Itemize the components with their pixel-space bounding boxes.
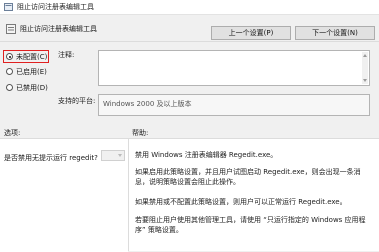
- chevron-down-icon: [118, 154, 122, 157]
- help-paragraph: 禁用 Windows 注册表编辑器 Regedit.exe。: [135, 151, 278, 159]
- supported-platform-field: Windows 2000 及以上版本: [98, 94, 370, 116]
- setting-icon: [6, 24, 16, 34]
- radio-label: 已启用(E): [16, 68, 47, 76]
- supported-platform-label: 支持的平台:: [58, 97, 96, 105]
- window-title: 阻止访问注册表编辑工具: [17, 3, 94, 11]
- help-pane: 禁用 Windows 注册表编辑器 Regedit.exe。 如果启用此策略设置…: [128, 138, 379, 251]
- setting-name: 阻止访问注册表编辑工具: [20, 25, 97, 33]
- header-divider: [0, 41, 379, 42]
- radio-enabled[interactable]: 已启用(E): [6, 67, 66, 77]
- radio-dot-icon: [6, 53, 13, 60]
- help-paragraph: 如果启用此策略设置，并且用户试图启动 Regedit.exe，则会出现一条消息，…: [135, 168, 361, 186]
- radio-label: 已禁用(D): [16, 84, 48, 92]
- help-section-label: 帮助:: [132, 129, 149, 137]
- regedit-option-label: 是否禁用无提示运行 regedit?: [4, 154, 98, 162]
- comment-label: 注释:: [58, 51, 75, 59]
- help-paragraph: 若要阻止用户使用其他管理工具，请使用 “只运行指定的 Windows 应用程序”…: [135, 216, 366, 234]
- scroll-up-arrow-icon[interactable]: [363, 54, 367, 57]
- radio-not-configured[interactable]: 未配置(C): [6, 52, 66, 62]
- scroll-down-arrow-icon[interactable]: [363, 79, 367, 82]
- radio-disabled[interactable]: 已禁用(D): [6, 83, 66, 93]
- options-pane: 是否禁用无提示运行 regedit?: [0, 138, 128, 252]
- supported-platform-value: Windows 2000 及以上版本: [103, 100, 192, 108]
- comment-textarea[interactable]: [98, 50, 370, 86]
- radio-dot-icon: [6, 68, 13, 75]
- help-paragraph: 如果禁用或不配置此策略设置，则用户可以正常运行 Regedit.exe。: [135, 198, 347, 206]
- comment-scrollbar[interactable]: [362, 52, 368, 84]
- options-section-label: 选项:: [4, 129, 21, 137]
- radio-label: 未配置(C): [16, 53, 48, 61]
- radio-dot-icon: [6, 84, 13, 91]
- policy-app-icon: [4, 3, 13, 11]
- previous-setting-button[interactable]: 上一个设置(P): [211, 26, 291, 40]
- next-setting-button[interactable]: 下一个设置(N): [295, 26, 375, 40]
- regedit-option-dropdown[interactable]: [101, 150, 125, 161]
- title-bar: 阻止访问注册表编辑工具: [0, 0, 379, 15]
